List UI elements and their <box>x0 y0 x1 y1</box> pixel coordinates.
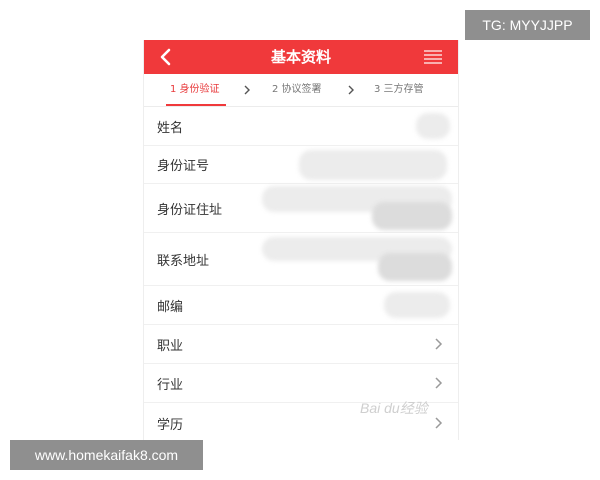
page-title: 基本资料 <box>270 48 331 66</box>
step-identity-verification[interactable]: 1 身份验证 <box>170 74 220 106</box>
baidu-watermark: Bai du经验 <box>360 400 428 416</box>
chevron-right-icon <box>435 338 443 350</box>
row-label: 联系地址 <box>157 253 210 269</box>
id-address-row[interactable]: 身份证住址 <box>144 184 458 233</box>
row-label: 邮编 <box>157 299 184 315</box>
redacted-name-value <box>416 113 450 139</box>
app-header: 基本资料 <box>144 40 458 74</box>
redacted-id-number-value <box>299 150 447 180</box>
name-row[interactable]: 姓名 <box>144 107 458 146</box>
redacted-postal-code-value <box>384 292 450 318</box>
active-step-indicator <box>166 104 226 106</box>
tg-contact-badge: TG: MYYJJPP <box>465 10 590 40</box>
step-agreement-signing[interactable]: 2 协议签署 <box>272 74 322 106</box>
id-number-row[interactable]: 身份证号 <box>144 146 458 184</box>
redacted-contact-address-line2 <box>378 253 452 281</box>
row-label: 身份证住址 <box>157 202 223 218</box>
row-label: 职业 <box>157 338 184 354</box>
postal-code-row[interactable]: 邮编 <box>144 286 458 325</box>
occupation-row[interactable]: 职业 <box>144 325 458 364</box>
chevron-right-icon <box>244 85 250 95</box>
website-url-badge: www.homekaifak8.com <box>10 440 203 470</box>
chevron-right-icon <box>435 377 443 389</box>
step-third-party-custody[interactable]: 3 三方存管 <box>374 74 424 106</box>
contact-address-row[interactable]: 联系地址 <box>144 233 458 286</box>
chevron-right-icon <box>348 85 354 95</box>
progress-steps: 1 身份验证 2 协议签署 3 三方存管 <box>144 74 458 107</box>
redacted-id-address-line2 <box>372 202 452 230</box>
row-label: 身份证号 <box>157 159 210 174</box>
row-label: 行业 <box>157 377 184 393</box>
row-label: 学历 <box>157 417 184 433</box>
chevron-right-icon <box>435 417 443 429</box>
row-label: 姓名 <box>157 120 184 136</box>
phone-screen: 基本资料 1 身份验证 2 协议签署 3 三方存管 姓名 身份证号 身份证住址 <box>143 40 459 440</box>
list-menu-icon[interactable] <box>422 48 444 66</box>
